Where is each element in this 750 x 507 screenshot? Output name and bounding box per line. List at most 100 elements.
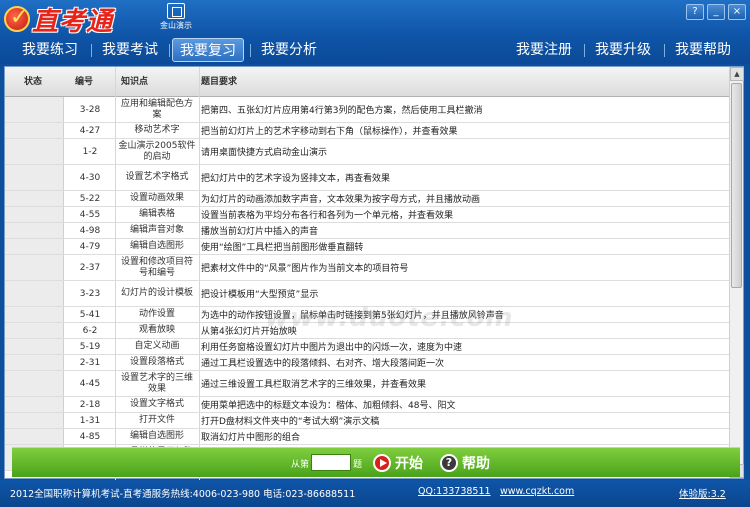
nav-separator [584,44,585,57]
minimize-button[interactable]: _ [707,4,725,20]
table-row[interactable]: 4-30 设置艺术字格式 把幻灯片中的艺术字设为竖排文本，再查看效果 [5,165,729,191]
row-requirement: 打开D盘材料文件夹中的“考试大纲”演示文稿 [201,417,380,427]
status-bar: 2012全国职称计算机考试-直考通服务热线:4006-023-980 电话:02… [0,480,750,507]
nav-separator [169,44,170,57]
row-requirement: 通过工具栏设置选中的段落倾斜、右对齐、增大段落间距一次 [201,359,445,369]
nav-exam[interactable]: 我要考试 [95,38,165,62]
row-requirement: 播放当前幻灯片中插入的声音 [201,227,319,237]
row-status [5,223,64,238]
row-requirement: 为幻灯片的动画添加数字声音，文本效果为按字母方式，并且播放动画 [201,195,481,205]
row-topic: 打开文件 [138,415,175,426]
table-row[interactable]: 4-79 编辑自选图形 使用“绘图”工具栏把当前图形做垂直翻转 [5,239,729,255]
row-number: 6-2 [82,325,98,336]
row-topic: 自定义动画 [134,341,180,352]
question-list: 状态 编号 知识点 题目要求 3-28 应用和编辑配色方案 把第四、五张幻灯片应用第… [4,66,744,480]
nav-analysis[interactable]: 我要分析 [254,38,324,62]
nav-separator [91,44,92,57]
row-status [5,323,64,338]
row-status [5,123,64,138]
row-status [5,239,64,254]
header-number[interactable]: 编号 [75,67,93,97]
qq-link[interactable]: QQ:133738511 [418,486,491,497]
nav-register[interactable]: 我要注册 [508,38,580,62]
row-number: 4-30 [79,172,101,183]
row-number: 3-28 [79,104,101,115]
table-row[interactable]: 4-45 设置艺术字的三维效果 通过三维设置工具栏取消艺术字的三维效果，并查看效果 [5,371,729,397]
start-button-label: 开始 [395,456,423,472]
table-row[interactable]: 5-22 设置动画效果 为幻灯片的动画添加数字声音，文本效果为按字母方式，并且播放动… [5,191,729,207]
table-row[interactable]: 4-98 编辑声音对象 播放当前幻灯片中插入的声音 [5,223,729,239]
row-topic: 观看放映 [138,325,175,336]
software-selector[interactable]: 金山演示 [157,3,195,31]
window-controls: ? _ × [686,4,746,20]
question-mark-icon: ? [440,454,458,472]
table-header: 状态 编号 知识点 题目要求 [5,67,729,97]
row-topic: 幻灯片的设计模板 [120,288,193,299]
app-header: 直考通 金山演示 ? _ × 我要练习 我要考试 我要复习 我要分析 我要注册 … [0,0,750,64]
row-status [5,397,64,412]
row-number: 2-37 [79,262,101,273]
row-requirement: 请用桌面快捷方式启动金山演示 [201,148,328,158]
website-link[interactable]: www.cqzkt.com [500,486,574,497]
table-row[interactable]: 2-37 设置和修改项目符号和编号 把素材文件中的“风景”图片作为当前文本的项目符号 [5,255,729,281]
table-row[interactable]: 2-18 设置文字格式 使用菜单把选中的标题文本设为：楷体、加粗倾斜、48号、阳文 [5,397,729,413]
row-topic: 应用和编辑配色方案 [120,99,193,120]
row-number: 1-2 [82,146,98,157]
row-requirement: 把幻灯片中的艺术字设为竖排文本，再查看效果 [201,174,391,184]
nav-separator [250,44,251,57]
row-status [5,413,64,428]
nav-upgrade[interactable]: 我要升级 [587,38,659,62]
start-from-label: 从第 [291,460,310,470]
nav-practice[interactable]: 我要练习 [14,38,86,62]
row-requirement: 把素材文件中的“风景”图片作为当前文本的项目符号 [201,264,409,274]
row-status [5,191,64,206]
nav-review[interactable]: 我要复习 [172,38,244,62]
row-topic: 设置艺术字格式 [125,172,189,183]
row-number: 1-31 [79,415,101,426]
start-question-input[interactable] [311,454,351,471]
row-requirement: 取消幻灯片中图形的组合 [201,433,301,443]
logo-check-icon [4,5,30,32]
main-nav: 我要练习 我要考试 我要复习 我要分析 我要注册 我要升级 我要帮助 [0,38,750,62]
app-logo: 直考通 [4,2,113,37]
row-topic: 编辑声音对象 [129,225,184,236]
table-row[interactable]: 4-85 编辑自选图形 取消幻灯片中图形的组合 [5,429,729,445]
row-number: 4-85 [79,431,101,442]
row-requirement: 通过三维设置工具栏取消艺术字的三维效果，并查看效果 [201,380,427,390]
table-row[interactable]: 1-2 金山演示2005软件的启动 请用桌面快捷方式启动金山演示 [5,139,729,165]
table-row[interactable]: 4-55 编辑表格 设置当前表格为平均分布各行和各列为一个单元格，并查看效果 [5,207,729,223]
table-row[interactable]: 1-31 打开文件 打开D盘材料文件夹中的“考试大纲”演示文稿 [5,413,729,429]
nav-help[interactable]: 我要帮助 [667,38,739,62]
close-button[interactable]: × [728,4,746,20]
table-row[interactable]: 5-19 自定义动画 利用任务窗格设置幻灯片中图片为退出中的闪烁一次，速度为中速 [5,339,729,355]
service-info: 2012全国职称计算机考试-直考通服务热线:4006-023-980 电话:02… [10,489,356,500]
table-row[interactable]: 3-28 应用和编辑配色方案 把第四、五张幻灯片应用第4行第3列的配色方案，然后使用… [5,97,729,123]
header-status[interactable]: 状态 [24,67,42,97]
row-topic: 金山演示2005软件的启动 [118,141,196,162]
row-requirement: 把当前幻灯片上的艺术字移动到右下角（鼠标操作），并查看效果 [201,127,458,137]
row-status [5,355,64,370]
scroll-thumb[interactable] [731,83,742,288]
table-row[interactable]: 2-31 设置段落格式 通过工具栏设置选中的段落倾斜、右对齐、增大段落间距一次 [5,355,729,371]
row-number: 4-79 [79,241,101,252]
vertical-scrollbar[interactable]: ▲ ▼ [729,67,744,478]
row-number: 3-23 [79,288,101,299]
version-label: 体验版:3.2 [679,489,726,500]
help-button[interactable]: ? 帮助 [440,453,490,473]
row-number: 4-98 [79,225,101,236]
row-number: 5-22 [79,193,101,204]
start-button[interactable]: 开始 [373,453,423,473]
row-status [5,339,64,354]
header-requirement[interactable]: 题目要求 [201,67,237,97]
row-topic: 设置段落格式 [129,357,184,368]
row-number: 2-18 [79,399,101,410]
scroll-up-arrow-icon[interactable]: ▲ [730,67,744,81]
row-number: 5-41 [79,309,101,320]
help-window-button[interactable]: ? [686,4,704,20]
row-topic: 编辑自选图形 [129,241,184,252]
table-row[interactable]: 4-27 移动艺术字 把当前幻灯片上的艺术字移动到右下角（鼠标操作），并查看效果 [5,123,729,139]
row-number: 5-19 [79,341,101,352]
row-number: 4-27 [79,125,101,136]
action-bar: 从第 题 开始 ? 帮助 [12,447,740,477]
header-topic[interactable]: 知识点 [121,67,148,97]
